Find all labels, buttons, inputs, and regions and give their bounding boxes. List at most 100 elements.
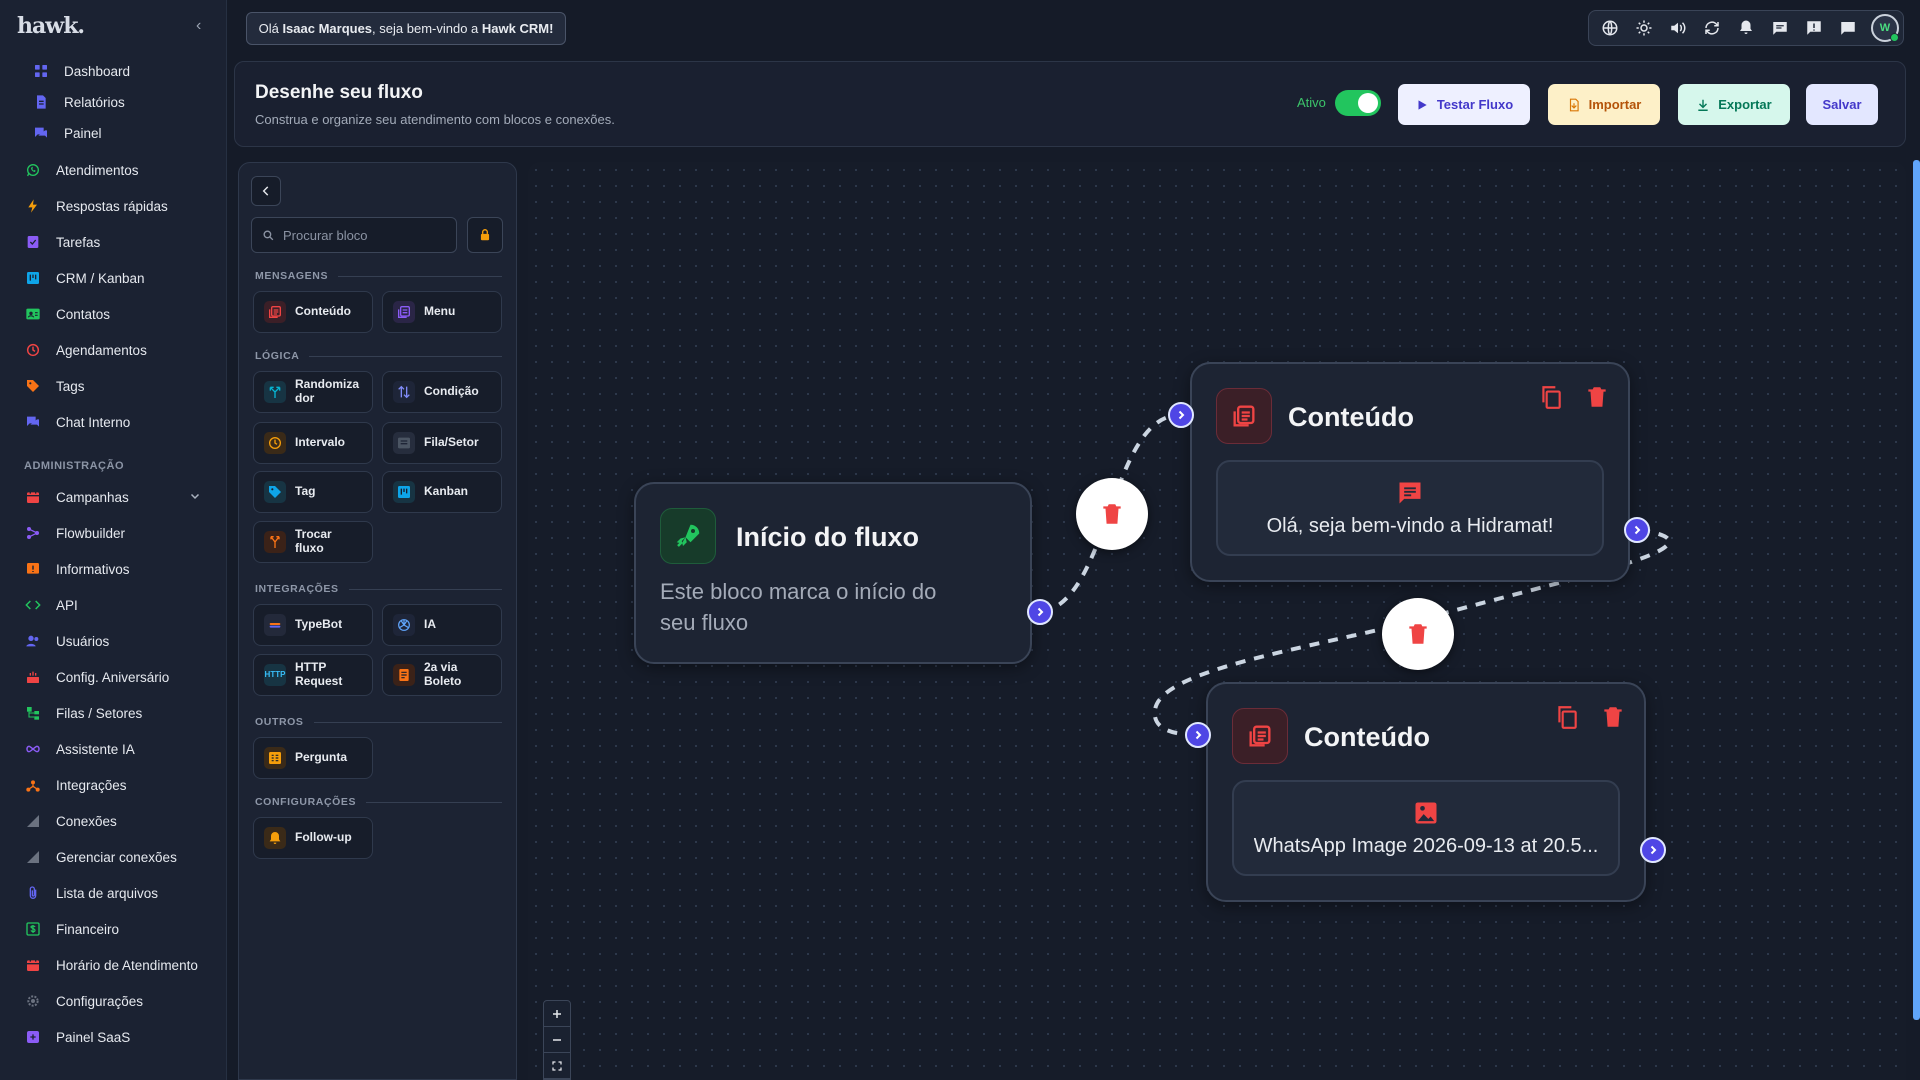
trash-icon[interactable]: [1582, 382, 1612, 412]
sidebar-item-crm-kanban[interactable]: CRM / Kanban: [0, 263, 227, 293]
app-logo[interactable]: hawk.: [17, 13, 85, 39]
sidebar-item-atendimentos[interactable]: Atendimentos: [0, 155, 227, 185]
block-condition[interactable]: Condição: [382, 371, 502, 413]
message-icon[interactable]: [1769, 17, 1791, 39]
sidebar-item-lista-de-arquivos[interactable]: Lista de arquivos: [0, 878, 227, 908]
start-node[interactable]: Início do fluxo Este bloco marca o iníci…: [634, 482, 1032, 664]
test-flow-button[interactable]: Testar Fluxo: [1398, 84, 1530, 125]
sidebar-item-respostas-r-pidas[interactable]: Respostas rápidas: [0, 191, 227, 221]
refresh-icon[interactable]: [1701, 17, 1723, 39]
sidebar-item-integra-es[interactable]: Integrações: [0, 770, 227, 800]
block-followup[interactable]: Follow-up: [253, 817, 373, 859]
sidebar-item-contatos[interactable]: Contatos: [0, 299, 227, 329]
block-queue[interactable]: Fila/Setor: [382, 422, 502, 464]
content-node-2[interactable]: Conteúdo WhatsApp Image 2026-09-13 at 20…: [1206, 682, 1646, 902]
volume-icon[interactable]: [1667, 17, 1689, 39]
sidebar-item-conex-es[interactable]: Conexões: [0, 806, 227, 836]
sidebar-item-dashboard[interactable]: Dashboard: [0, 56, 227, 86]
sidebar-collapse-button[interactable]: ‹: [196, 17, 201, 35]
sidebar-item-tags[interactable]: Tags: [0, 371, 227, 401]
fit-view-button[interactable]: [544, 1053, 570, 1079]
chevron-right-icon: [1195, 730, 1202, 740]
sidebar-item-painel[interactable]: Painel: [0, 118, 227, 148]
sidebar-item-configura-es[interactable]: Configurações: [0, 986, 227, 1016]
save-button[interactable]: Salvar: [1806, 84, 1878, 125]
content-node-2-media: WhatsApp Image 2026-09-13 at 20.5...: [1232, 780, 1620, 876]
copy-icon[interactable]: [1536, 382, 1566, 412]
panel-back-button[interactable]: [251, 176, 281, 206]
sidebar-item-relat-rios[interactable]: Relatórios: [0, 87, 227, 117]
sidebar-item-financeiro[interactable]: Financeiro: [0, 914, 227, 944]
queue-icon: [393, 432, 415, 454]
sidebar-item-assistente-ia[interactable]: Assistente IA: [0, 734, 227, 764]
sidebar-item-tarefas[interactable]: Tarefas: [0, 227, 227, 257]
block-typebot[interactable]: TypeBot: [253, 604, 373, 646]
sidebar-item-informativos[interactable]: Informativos: [0, 554, 227, 584]
sidebar-item-label: API: [56, 597, 78, 613]
block-boleto[interactable]: 2a via Boleto: [382, 654, 502, 696]
start-node-output-handle[interactable]: [1027, 599, 1053, 625]
block-boleto-label: 2a via Boleto: [424, 660, 461, 689]
lock-button[interactable]: [467, 217, 503, 253]
chevron-down-icon: [189, 490, 201, 505]
import-button[interactable]: Importar: [1548, 84, 1660, 125]
sidebar-item-config-anivers-rio[interactable]: Config. Aniversário: [0, 662, 227, 692]
block-ia-label: IA: [424, 617, 436, 632]
question-icon: [264, 747, 286, 769]
block-content[interactable]: Conteúdo: [253, 291, 373, 333]
content-node-2-input-handle[interactable]: [1185, 722, 1211, 748]
block-menu[interactable]: Menu: [382, 291, 502, 333]
sidebar-item-campanhas[interactable]: Campanhas: [0, 482, 227, 512]
dashboard-icon: [32, 62, 50, 80]
zoom-in-button[interactable]: [544, 1001, 570, 1027]
sidebar-item-hor-rio-de-atendimento[interactable]: Horário de Atendimento: [0, 950, 227, 980]
feedback-icon[interactable]: [1803, 17, 1825, 39]
edge-delete-button[interactable]: [1076, 478, 1148, 550]
brightness-icon[interactable]: [1633, 17, 1655, 39]
sidebar-item-api[interactable]: API: [0, 590, 227, 620]
sidebar-item-label: Painel SaaS: [56, 1029, 131, 1045]
boleto-label-line1: 2a via: [424, 660, 458, 675]
sidebar-item-gerenciar-conex-es[interactable]: Gerenciar conexões: [0, 842, 227, 872]
zoom-out-button[interactable]: [544, 1027, 570, 1053]
content-node-1[interactable]: Conteúdo Olá, seja bem-vindo a Hidramat!: [1190, 362, 1630, 582]
minus-icon: [553, 1038, 561, 1041]
active-toggle[interactable]: [1335, 90, 1381, 116]
block-randomizer[interactable]: Randomiza dor: [253, 371, 373, 413]
sidebar-item-chat-interno[interactable]: Chat Interno: [0, 407, 227, 437]
top-toolbar: W: [1588, 10, 1904, 46]
block-ia[interactable]: IA: [382, 604, 502, 646]
export-button[interactable]: Exportar: [1678, 84, 1790, 125]
sidebar-item-flowbuilder[interactable]: Flowbuilder: [0, 518, 227, 548]
copy-icon[interactable]: [1552, 702, 1582, 732]
image-icon: [1415, 802, 1437, 823]
randomizer-label-line1: Randomiza: [295, 377, 360, 392]
avatar[interactable]: W: [1871, 14, 1899, 42]
block-kanban-label: Kanban: [424, 484, 469, 499]
sidebar-item-usu-rios[interactable]: Usuários: [0, 626, 227, 656]
bell-icon[interactable]: [1735, 17, 1757, 39]
http-icon: HTTP: [264, 664, 286, 686]
globe-icon[interactable]: [1599, 17, 1621, 39]
sidebar-item-filas-setores[interactable]: Filas / Setores: [0, 698, 227, 728]
http-label-line1: HTTP: [295, 660, 327, 675]
block-search-input[interactable]: [283, 227, 443, 243]
edge-delete-button[interactable]: [1382, 598, 1454, 670]
content-node-2-output-handle[interactable]: [1640, 837, 1666, 863]
block-http-request[interactable]: HTTP HTTP Request: [253, 654, 373, 696]
content-node-1-input-handle[interactable]: [1168, 402, 1194, 428]
chat-bubble-icon[interactable]: [1837, 17, 1859, 39]
sidebar-item-label: Config. Aniversário: [56, 669, 170, 685]
kanban-icon: [24, 269, 42, 287]
block-tag[interactable]: Tag: [253, 471, 373, 513]
content-node-1-output-handle[interactable]: [1624, 517, 1650, 543]
trash-icon[interactable]: [1598, 702, 1628, 732]
block-kanban[interactable]: Kanban: [382, 471, 502, 513]
block-switch-flow[interactable]: Trocar fluxo: [253, 521, 373, 563]
sidebar-item-painel-saas[interactable]: Painel SaaS: [0, 1022, 227, 1052]
block-interval[interactable]: Intervalo: [253, 422, 373, 464]
bell-ringing-icon: [264, 827, 286, 849]
block-question[interactable]: Pergunta: [253, 737, 373, 779]
sidebar-item-agendamentos[interactable]: Agendamentos: [0, 335, 227, 365]
canvas-scrollbar[interactable]: [1913, 160, 1920, 1020]
